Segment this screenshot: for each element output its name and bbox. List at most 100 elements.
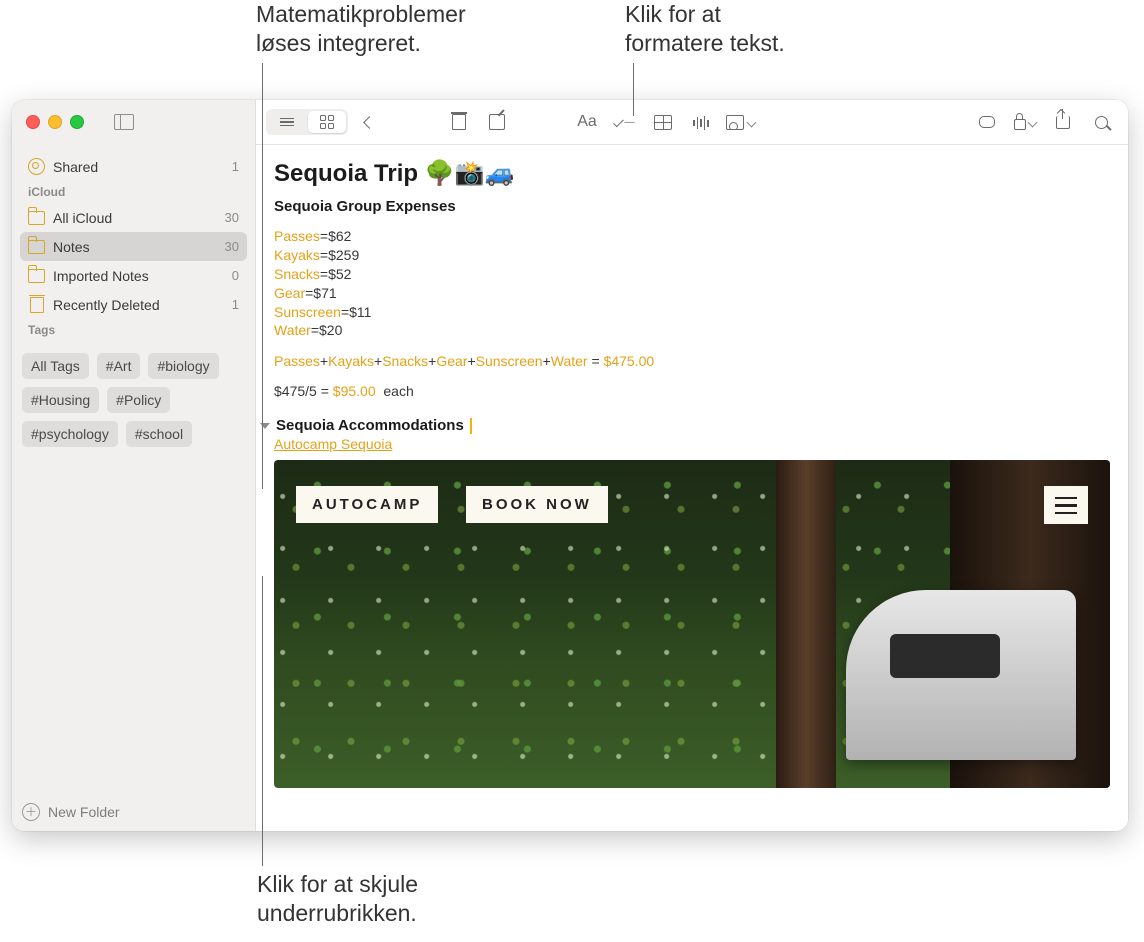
tag-pill[interactable]: #Housing — [22, 387, 99, 413]
tag-container: All Tags #Art #biology #Housing #Policy #psyc… — [12, 347, 255, 453]
tag-pill[interactable]: #psychology — [22, 421, 118, 447]
titlebar — [12, 100, 134, 144]
new-folder-label: New Folder — [48, 804, 120, 820]
lock-button[interactable] — [1008, 109, 1042, 135]
hamburger-icon — [1044, 486, 1088, 524]
leader-line — [262, 576, 263, 866]
share-button[interactable] — [1046, 109, 1080, 135]
photo-icon — [726, 115, 744, 130]
sidebar-item-label: Imported Notes — [53, 268, 224, 284]
search-icon — [1095, 116, 1108, 129]
tag-pill[interactable]: #school — [126, 421, 192, 447]
chevron-down-icon — [747, 117, 757, 127]
tag-pill[interactable]: All Tags — [22, 353, 89, 379]
text-cursor — [470, 418, 472, 434]
sidebar-item-notes[interactable]: Notes 30 — [20, 232, 247, 261]
media-button[interactable] — [722, 109, 759, 135]
close-button[interactable] — [26, 115, 40, 129]
section-heading-label: Sequoia Accommodations — [276, 417, 464, 434]
back-button[interactable] — [352, 109, 386, 135]
sidebar-item-label: Notes — [53, 239, 217, 255]
view-switcher — [266, 109, 348, 135]
list-view-button[interactable] — [268, 111, 306, 133]
chevron-left-icon — [363, 116, 376, 129]
expense-line: Sunscreen=$11 — [274, 303, 1110, 322]
sidebar: Shared 1 iCloud All iCloud 30 Notes 30 — [12, 100, 256, 831]
table-icon — [654, 115, 672, 130]
note-subtitle: Sequoia Group Expenses — [274, 198, 1110, 215]
sidebar-item-count: 1 — [232, 159, 239, 174]
shared-icon — [28, 159, 45, 174]
list-icon — [280, 116, 294, 129]
plus-icon: ＋ — [22, 803, 40, 821]
notes-window: Shared 1 iCloud All iCloud 30 Notes 30 — [12, 100, 1128, 831]
autocamp-link[interactable]: Autocamp Sequoia — [274, 436, 392, 452]
wave-icon — [692, 114, 710, 130]
callout-collapse: Klik for at skjule underrubrikken. — [257, 870, 418, 928]
format-button[interactable]: Aa — [570, 109, 604, 135]
sidebar-item-imported[interactable]: Imported Notes 0 — [20, 261, 247, 290]
note-content[interactable]: Sequoia Trip 🌳📸🚙 Sequoia Group Expenses … — [256, 145, 1128, 831]
gallery-view-button[interactable] — [308, 111, 346, 133]
leader-line — [633, 63, 634, 116]
sidebar-item-label: Shared — [53, 159, 224, 175]
folder-icon — [28, 268, 45, 283]
sidebar-item-all-icloud[interactable]: All iCloud 30 — [20, 203, 247, 232]
attachment-image[interactable]: AUTOCAMP BOOK NOW — [274, 460, 1110, 788]
grid-icon — [320, 115, 334, 129]
expense-line: Kayaks=$259 — [274, 246, 1110, 265]
delete-note-button[interactable] — [442, 109, 476, 135]
lock-icon — [1014, 119, 1026, 130]
sidebar-item-recently-deleted[interactable]: Recently Deleted 1 — [20, 290, 247, 319]
minimize-button[interactable] — [48, 115, 62, 129]
sidebar-item-shared[interactable]: Shared 1 — [20, 152, 247, 181]
tag-pill[interactable]: #biology — [148, 353, 218, 379]
compose-button[interactable] — [480, 109, 514, 135]
tag-pill[interactable]: #Art — [97, 353, 141, 379]
expense-line: Gear=$71 — [274, 284, 1110, 303]
toggle-sidebar-icon[interactable] — [114, 114, 134, 130]
sidebar-item-label: Recently Deleted — [53, 297, 224, 313]
expense-line: Water=$20 — [274, 321, 1110, 340]
audio-wave-button[interactable] — [684, 109, 718, 135]
table-button[interactable] — [646, 109, 680, 135]
leader-line — [262, 63, 263, 489]
section-heading[interactable]: Sequoia Accommodations — [256, 417, 1110, 434]
folder-icon — [28, 239, 45, 254]
sidebar-item-label: All iCloud — [53, 210, 217, 226]
expense-line: Snacks=$52 — [274, 265, 1110, 284]
callout-math: Matematikproblemer løses integreret. — [256, 0, 466, 58]
tag-pill[interactable]: #Policy — [107, 387, 170, 413]
chevron-down-icon — [1028, 117, 1038, 127]
attachment-label-autocamp: AUTOCAMP — [296, 486, 438, 523]
expense-line: Passes=$62 — [274, 227, 1110, 246]
toolbar: Aa — — [256, 100, 1128, 145]
sidebar-section-tags: Tags — [20, 319, 247, 341]
trash-icon — [28, 297, 45, 312]
expense-sum: Passes+Kayaks+Snacks+Gear+Sunscreen+Wate… — [274, 353, 1110, 369]
link-button[interactable] — [970, 109, 1004, 135]
trash-icon — [452, 114, 466, 130]
search-button[interactable] — [1084, 109, 1118, 135]
attachment-label-booknow: BOOK NOW — [466, 486, 608, 523]
checklist-button[interactable]: — — [608, 109, 642, 135]
new-folder-button[interactable]: ＋ New Folder — [22, 803, 120, 821]
checklist-icon — [613, 117, 624, 128]
sidebar-item-count: 30 — [225, 239, 239, 254]
main-pane: Aa — Sequoia Trip 🌳📸🚙 Sequoia Group Expe… — [256, 100, 1128, 831]
zoom-button[interactable] — [70, 115, 84, 129]
compose-icon — [489, 114, 505, 130]
sidebar-item-count: 0 — [232, 268, 239, 283]
share-icon — [1056, 116, 1070, 129]
sidebar-item-count: 1 — [232, 297, 239, 312]
tree-trunk — [776, 460, 836, 788]
sidebar-item-count: 30 — [225, 210, 239, 225]
expense-list: Passes=$62Kayaks=$259Snacks=$52Gear=$71S… — [274, 227, 1110, 340]
callout-format: Klik for at formatere tekst. — [625, 0, 785, 58]
per-person-line: $475/5 = $95.00 each — [274, 383, 1110, 399]
note-title: Sequoia Trip 🌳📸🚙 — [274, 159, 1110, 188]
link-icon — [979, 116, 995, 128]
rv-illustration — [846, 590, 1076, 760]
sidebar-section-icloud: iCloud — [20, 181, 247, 203]
folder-icon — [28, 210, 45, 225]
